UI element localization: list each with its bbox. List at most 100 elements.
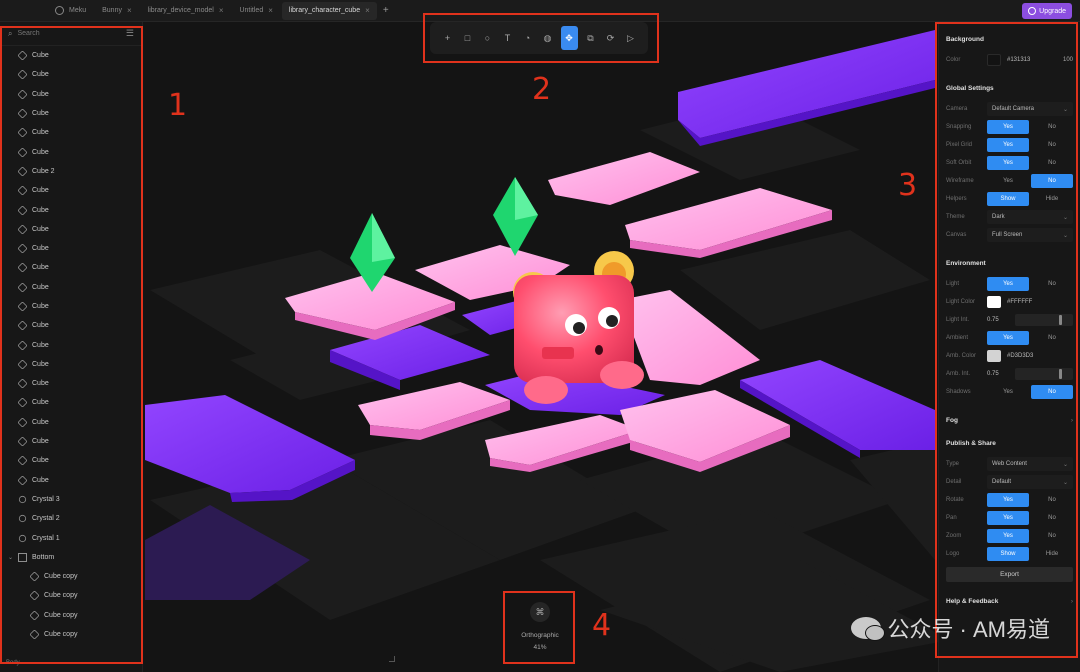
play-icon[interactable]: ▷ [624, 29, 638, 47]
bg-color-swatch[interactable] [987, 54, 1001, 66]
no-option[interactable]: No [1031, 174, 1073, 188]
show-option[interactable]: Show [987, 547, 1029, 561]
yes-option[interactable]: Yes [987, 529, 1029, 543]
layer-item[interactable]: Cube [0, 142, 142, 161]
tab-untitled[interactable]: Untitled × [232, 2, 279, 20]
no-option[interactable]: No [1031, 120, 1073, 134]
rotate-icon[interactable]: ⟳ [604, 29, 618, 47]
layer-item[interactable]: ⌄ Bottom [0, 548, 142, 567]
light-int-value[interactable]: 0.75 [987, 317, 1007, 323]
amb-int-slider[interactable] [1015, 368, 1073, 380]
add-tab-button[interactable]: + [379, 4, 393, 18]
layer-item[interactable]: Cube [0, 220, 142, 239]
section-fog[interactable]: Fog › [946, 401, 1073, 436]
layer-item[interactable]: Cube [0, 393, 142, 412]
move-icon[interactable]: ✥ [560, 26, 578, 50]
layer-item[interactable]: Crystal 2 [0, 509, 142, 528]
bg-color-hex[interactable]: #131313 [1007, 57, 1053, 63]
light-int-slider[interactable] [1015, 314, 1073, 326]
no-option[interactable]: No [1031, 138, 1073, 152]
layer-item[interactable]: Cube copy [0, 567, 142, 586]
tab-home[interactable]: Meku [48, 2, 93, 20]
amb-color-swatch[interactable] [987, 350, 1001, 362]
layer-item[interactable]: Cube copy [0, 586, 142, 605]
layer-item[interactable]: Cube [0, 104, 142, 123]
show-option[interactable]: Show [987, 192, 1029, 206]
export-button[interactable]: Export [946, 567, 1073, 582]
theme-select[interactable]: Dark ⌄ [987, 210, 1073, 224]
no-option[interactable]: No [1031, 493, 1073, 507]
slider-knob[interactable] [1058, 315, 1062, 325]
chevron-down-icon[interactable]: ⌄ [8, 554, 13, 561]
layer-item[interactable]: Cube [0, 46, 142, 65]
no-option[interactable]: No [1031, 156, 1073, 170]
search-input[interactable] [17, 30, 114, 37]
layer-item[interactable]: Cube [0, 471, 142, 490]
square-icon[interactable]: □ [461, 29, 475, 47]
yes-option[interactable]: Yes [987, 174, 1029, 188]
layer-item[interactable]: Cube [0, 258, 142, 277]
circle-icon[interactable]: ○ [481, 29, 495, 47]
light-color-swatch[interactable] [987, 296, 1001, 308]
hide-option[interactable]: Hide [1031, 192, 1073, 206]
no-option[interactable]: No [1031, 529, 1073, 543]
text-icon[interactable]: T [501, 29, 515, 47]
layer-item[interactable]: Cube [0, 355, 142, 374]
resize-handle-icon[interactable] [389, 656, 395, 662]
menu-icon[interactable]: ☰ [126, 28, 134, 39]
layer-item[interactable]: Cube [0, 65, 142, 84]
layer-item[interactable]: Cube [0, 297, 142, 316]
tab-bunny[interactable]: Bunny × [95, 2, 139, 20]
layer-item[interactable]: Cube [0, 239, 142, 258]
amb-int-value[interactable]: 0.75 [987, 371, 1007, 377]
layer-item[interactable]: Cube [0, 451, 142, 470]
layer-item[interactable]: Cube [0, 181, 142, 200]
detail-select[interactable]: Default ⌄ [987, 475, 1073, 489]
yes-option[interactable]: Yes [987, 156, 1029, 170]
layer-item[interactable]: Cube copy [0, 625, 142, 644]
slider-knob[interactable] [1058, 369, 1062, 379]
light-color-hex[interactable]: #FFFFFF [1007, 299, 1073, 305]
layer-item[interactable]: Cube [0, 316, 142, 335]
camera-select[interactable]: Default Camera ⌄ [987, 102, 1073, 116]
layer-item[interactable]: Cube 2 [0, 162, 142, 181]
layer-item[interactable]: Cube [0, 200, 142, 219]
upgrade-button[interactable]: Upgrade [1022, 3, 1072, 19]
close-icon[interactable]: × [268, 6, 273, 15]
camera-toggle-icon[interactable]: ⌘ [530, 602, 550, 622]
shape-icon[interactable]: ◔ [521, 29, 535, 47]
layer-item[interactable]: Cube [0, 432, 142, 451]
tab-library-character-cube[interactable]: library_character_cube × [281, 1, 377, 20]
yes-option[interactable]: Yes [987, 331, 1029, 345]
no-option[interactable]: No [1031, 385, 1073, 399]
no-option[interactable]: No [1031, 331, 1073, 345]
yes-option[interactable]: Yes [987, 120, 1029, 134]
canvas-select[interactable]: Full Screen ⌄ [987, 228, 1073, 242]
scale-icon[interactable]: ⧉ [584, 29, 598, 47]
amb-color-hex[interactable]: #D3D3D3 [1007, 353, 1073, 359]
bg-opacity[interactable]: 100 [1053, 57, 1073, 63]
yes-option[interactable]: Yes [987, 138, 1029, 152]
layer-item[interactable]: Cube [0, 278, 142, 297]
layer-item[interactable]: Cube copy [0, 606, 142, 625]
yes-option[interactable]: Yes [987, 277, 1029, 291]
yes-option[interactable]: Yes [987, 493, 1029, 507]
layer-item[interactable]: Cube [0, 85, 142, 104]
layer-item[interactable]: Cube [0, 123, 142, 142]
hide-option[interactable]: Hide [1031, 547, 1073, 561]
plus-icon[interactable]: + [441, 29, 455, 47]
layer-item[interactable]: Cube [0, 413, 142, 432]
close-icon[interactable]: × [365, 6, 370, 15]
layer-item[interactable]: Crystal 1 [0, 528, 142, 547]
sphere-icon[interactable]: ◍ [541, 29, 555, 47]
layer-item[interactable]: Cube [0, 335, 142, 354]
close-icon[interactable]: × [219, 6, 224, 15]
tab-library-device-model[interactable]: library_device_model × [141, 2, 231, 20]
no-option[interactable]: No [1031, 277, 1073, 291]
yes-option[interactable]: Yes [987, 385, 1029, 399]
viewport-3d[interactable] [0, 22, 1080, 672]
layer-item[interactable]: Crystal 3 [0, 490, 142, 509]
yes-option[interactable]: Yes [987, 511, 1029, 525]
type-select[interactable]: Web Content ⌄ [987, 457, 1073, 471]
close-icon[interactable]: × [127, 6, 132, 15]
